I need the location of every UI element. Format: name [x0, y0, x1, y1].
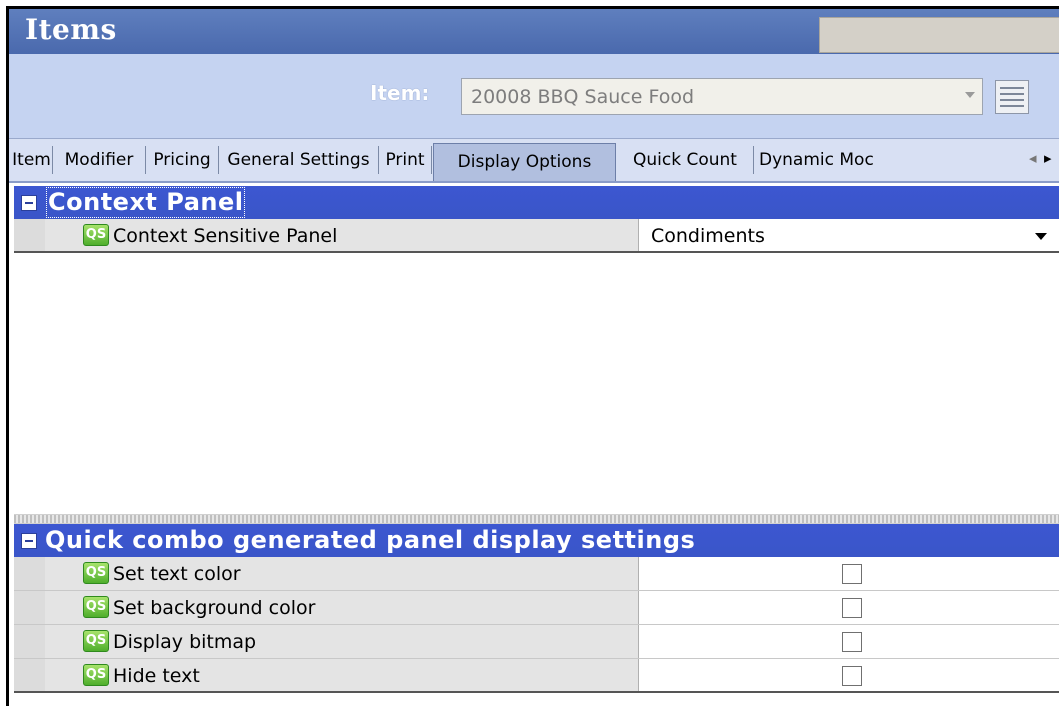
tab-modifier[interactable]: Modifier [53, 146, 146, 174]
item-label: Item: [370, 81, 430, 105]
qs-icon: QS [83, 664, 109, 686]
item-selector-bar: Item: 20008 BBQ Sauce Food [9, 54, 1059, 139]
collapse-icon[interactable] [21, 533, 37, 549]
item-lookup-grid-icon[interactable] [995, 80, 1029, 114]
context-sensitive-panel-row[interactable]: QS Context Sensitive Panel Condiments [14, 219, 1059, 253]
title-bar-panel [819, 17, 1059, 53]
set-text-color-row[interactable]: QS Set text color [14, 557, 1059, 591]
tab-general-settings[interactable]: General Settings [219, 146, 379, 174]
window-title: Items [25, 13, 117, 46]
quick-combo-header[interactable]: Quick combo generated panel display sett… [14, 524, 1059, 557]
qs-icon: QS [83, 224, 109, 246]
tab-print[interactable]: Print [379, 146, 432, 174]
chevron-down-icon[interactable] [1035, 233, 1047, 240]
property-label: Set background color [113, 597, 316, 619]
qs-icon: QS [83, 596, 109, 618]
context-panel-header[interactable]: Context Panel [14, 186, 1059, 219]
qs-icon: QS [83, 562, 109, 584]
property-label: Set text color [113, 563, 241, 585]
set-background-color-row[interactable]: QS Set background color [14, 591, 1059, 625]
collapse-icon[interactable] [21, 195, 37, 211]
set-text-color-checkbox[interactable] [842, 564, 862, 584]
tab-display-options[interactable]: Display Options [433, 143, 616, 181]
qs-icon: QS [83, 630, 109, 652]
tab-scroll-right-icon[interactable]: ▸ [1044, 149, 1052, 167]
items-window: Items Item: 20008 BBQ Sauce Food Item Mo… [6, 6, 1059, 706]
tab-pricing[interactable]: Pricing [146, 146, 219, 174]
tab-strip: Item Modifier Pricing General Settings P… [9, 139, 1059, 183]
property-label: Hide text [113, 665, 200, 687]
tab-dynamic-modifiers[interactable]: Dynamic Moc [754, 146, 874, 174]
hide-text-row[interactable]: QS Hide text [14, 659, 1059, 693]
property-label: Context Sensitive Panel [113, 225, 338, 247]
quick-combo-title: Quick combo generated panel display sett… [45, 526, 696, 554]
tab-scroll-left-icon[interactable]: ◂ [1029, 149, 1037, 167]
property-label: Display bitmap [113, 631, 257, 653]
display-bitmap-row[interactable]: QS Display bitmap [14, 625, 1059, 659]
item-combobox[interactable]: 20008 BBQ Sauce Food [461, 78, 983, 115]
title-bar: Items [9, 9, 1059, 54]
chevron-down-icon[interactable] [965, 92, 975, 98]
hide-text-checkbox[interactable] [842, 666, 862, 686]
tab-item[interactable]: Item [11, 146, 53, 174]
property-value: Condiments [651, 225, 765, 247]
context-sensitive-panel-dropdown[interactable]: Condiments [639, 219, 1059, 251]
pane-splitter[interactable] [14, 514, 1059, 524]
set-background-color-checkbox[interactable] [842, 598, 862, 618]
display-bitmap-checkbox[interactable] [842, 632, 862, 652]
item-combobox-value: 20008 BBQ Sauce Food [471, 86, 695, 108]
tab-quick-count[interactable]: Quick Count [617, 146, 754, 174]
context-panel-title: Context Panel [45, 186, 246, 219]
